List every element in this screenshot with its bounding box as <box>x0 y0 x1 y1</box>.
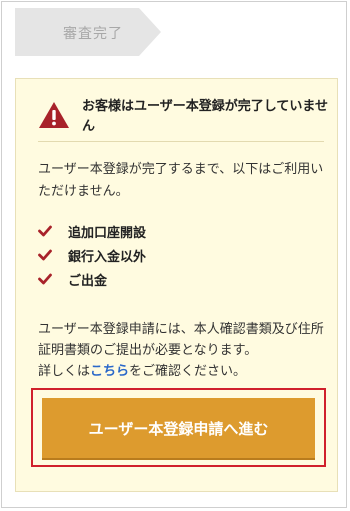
proceed-registration-button[interactable]: ユーザー本登録申請へ進む <box>42 398 315 458</box>
restriction-list: 追加口座開設 銀行入金以外 ご出金 <box>38 219 328 291</box>
cta-highlight: ユーザー本登録申請へ進む <box>31 388 326 467</box>
note-suffix: をご確認ください。 <box>129 364 247 379</box>
list-item: ご出金 <box>38 267 328 291</box>
note-prefix: 詳しくは <box>38 364 91 379</box>
page-frame: 審査完了 お客様はユーザー本登録が完了していません ユーザー本登録が完了するまで… <box>1 1 347 508</box>
note-text: ユーザー本登録申請には、本人確認書類及び住所証明書類のご提出が必要となります。 <box>38 322 324 358</box>
details-link[interactable]: こちら <box>90 364 129 379</box>
progress-step: 審査完了 <box>15 8 161 56</box>
list-item-label: 追加口座開設 <box>68 225 147 241</box>
restriction-description: ユーザー本登録が完了するまで、以下はご利用いただけません。 <box>38 162 324 199</box>
list-item-label: 銀行入金以外 <box>68 249 147 265</box>
check-icon <box>38 273 52 285</box>
list-item: 追加口座開設 <box>38 219 328 243</box>
alert-title: お客様はユーザー本登録が完了していません <box>82 99 328 134</box>
warning-triangle-icon <box>39 102 69 128</box>
notice-card: お客様はユーザー本登録が完了していません ユーザー本登録が完了するまで、以下はご… <box>15 78 338 492</box>
list-item-label: ご出金 <box>68 273 108 289</box>
check-icon <box>38 225 52 237</box>
check-icon <box>38 249 52 261</box>
alert-header: お客様はユーザー本登録が完了していません <box>38 95 328 139</box>
list-item: 銀行入金以外 <box>38 243 328 267</box>
divider <box>38 141 324 142</box>
requirements-note: ユーザー本登録申請には、本人確認書類及び住所証明書類のご提出が必要となります。 … <box>38 319 328 382</box>
step-label: 審査完了 <box>63 26 123 42</box>
